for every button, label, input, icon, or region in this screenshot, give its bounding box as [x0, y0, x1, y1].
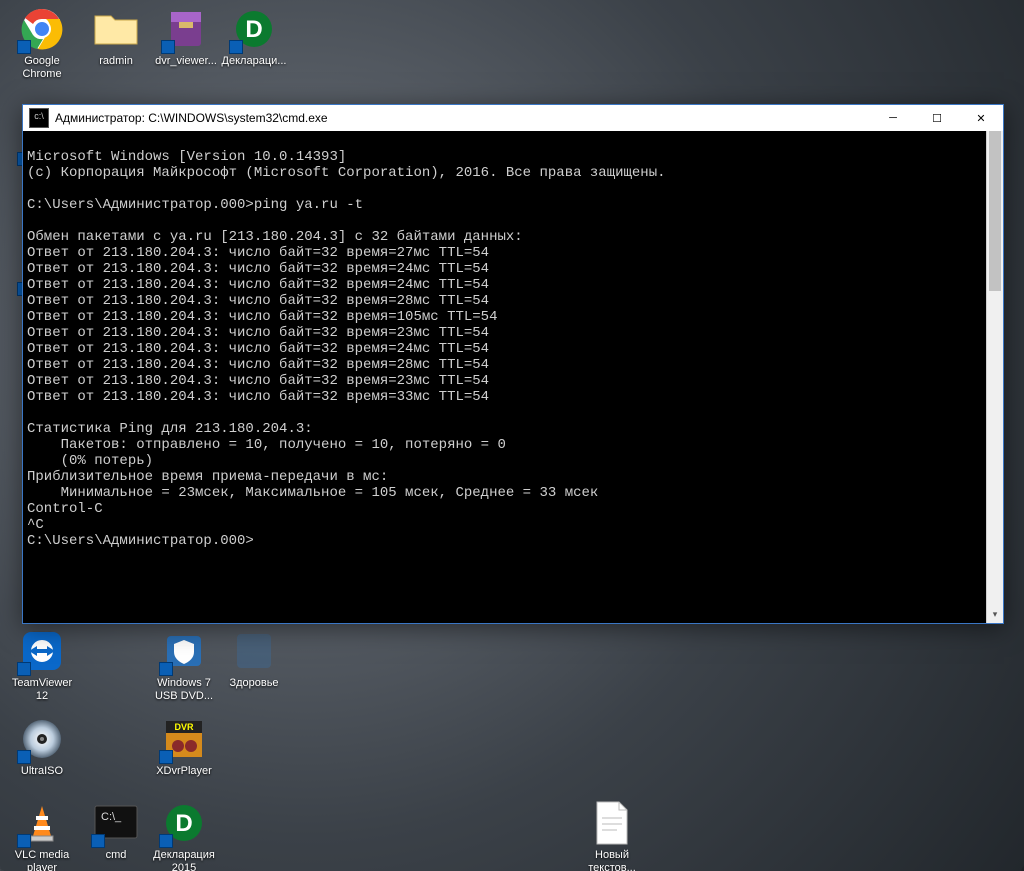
terminal-line: (c) Корпорация Майкрософт (Microsoft Cor…	[27, 165, 666, 181]
health-icon	[231, 628, 277, 674]
scrollbar[interactable]: ▴ ▾	[986, 131, 1003, 623]
svg-text:C:\_: C:\_	[101, 811, 122, 823]
terminal-output[interactable]: Microsoft Windows [Version 10.0.14393] (…	[23, 131, 1003, 623]
terminal-line: Control-C	[27, 501, 103, 517]
terminal-line: (0% потерь)	[27, 453, 153, 469]
teamviewer-icon	[19, 628, 65, 674]
svg-text:D: D	[245, 16, 262, 43]
desktop-icon-chrome[interactable]: Google Chrome	[6, 6, 78, 81]
scroll-down-icon[interactable]: ▾	[987, 607, 1003, 623]
terminal-line: Обмен пакетами с ya.ru [213.180.204.3] с…	[27, 229, 523, 245]
desktop-icon-xdvr[interactable]: DVR XDvrPlayer	[148, 716, 220, 778]
new-text-icon	[589, 800, 635, 846]
win7usb-icon	[161, 628, 207, 674]
declaracia-2015-icon: D	[161, 800, 207, 846]
icon-label: Windows 7 USB DVD...	[148, 677, 220, 703]
title-bar[interactable]: c:\ Администратор: C:\WINDOWS\system32\c…	[23, 105, 1003, 131]
desktop-icon-ultraiso[interactable]: UltraISO	[6, 716, 78, 778]
cmd-title-icon: c:\	[29, 108, 49, 128]
icon-label: TeamViewer 12	[6, 677, 78, 703]
ultraiso-icon	[19, 716, 65, 762]
xdvr-icon: DVR	[161, 716, 207, 762]
terminal-line: Microsoft Windows [Version 10.0.14393]	[27, 149, 346, 165]
vlc-icon	[19, 800, 65, 846]
desktop-icon-declaracia-2015[interactable]: D Декларация 2015	[148, 800, 220, 871]
desktop-icon-health[interactable]: Здоровье	[218, 628, 290, 690]
minimize-button[interactable]: ─	[871, 105, 915, 131]
radmin-icon	[93, 6, 139, 52]
icon-label: Деклараци...	[218, 55, 290, 68]
terminal-line: Пакетов: отправлено = 10, получено = 10,…	[27, 437, 506, 453]
desktop-icon-vlc[interactable]: VLC media player	[6, 800, 78, 871]
icon-label: Декларация 2015	[148, 849, 220, 871]
terminal-line: Минимальное = 23мсек, Максимальное = 105…	[27, 485, 598, 501]
cmd-shortcut-icon: C:\_	[93, 800, 139, 846]
svg-text:D: D	[175, 810, 192, 837]
icon-label: dvr_viewer...	[150, 55, 222, 68]
terminal-line: Статистика Ping для 213.180.204.3:	[27, 421, 313, 437]
icon-label: UltraISO	[6, 765, 78, 778]
terminal-line: C:\Users\Администратор.000>	[27, 533, 254, 549]
desktop-icon-radmin[interactable]: radmin	[80, 6, 152, 68]
icon-label: VLC media player	[6, 849, 78, 871]
desktop[interactable]: Google Chromeradmindvr_viewer... D Деклара…	[0, 0, 1024, 871]
desktop-icon-new-text[interactable]: Новый текстов...	[576, 800, 648, 871]
cmd-window[interactable]: c:\ Администратор: C:\WINDOWS\system32\c…	[22, 104, 1004, 624]
terminal-line: ^C	[27, 517, 44, 533]
desktop-icon-declaracia[interactable]: D Деклараци...	[218, 6, 290, 68]
declaracia-icon: D	[231, 6, 277, 52]
desktop-icon-teamviewer[interactable]: TeamViewer 12	[6, 628, 78, 703]
desktop-icon-cmd-shortcut[interactable]: C:\_cmd	[80, 800, 152, 862]
icon-label: Google Chrome	[6, 55, 78, 81]
icon-label: Здоровье	[218, 677, 290, 690]
window-title: Администратор: C:\WINDOWS\system32\cmd.e…	[55, 111, 871, 125]
icon-label: XDvrPlayer	[148, 765, 220, 778]
terminal-line: C:\Users\Администратор.000>ping ya.ru -t	[27, 197, 363, 213]
maximize-button[interactable]: ☐	[915, 105, 959, 131]
icon-label: Новый текстов...	[576, 849, 648, 871]
desktop-icon-dvr-viewer[interactable]: dvr_viewer...	[150, 6, 222, 68]
dvr-viewer-icon	[163, 6, 209, 52]
chrome-icon	[19, 6, 65, 52]
svg-text:DVR: DVR	[174, 722, 194, 732]
icon-label: radmin	[80, 55, 152, 68]
desktop-icon-win7usb[interactable]: Windows 7 USB DVD...	[148, 628, 220, 703]
icon-label: cmd	[80, 849, 152, 862]
scroll-thumb[interactable]	[989, 131, 1001, 291]
close-button[interactable]: ✕	[959, 105, 1003, 131]
terminal-line: Приблизительное время приема-передачи в …	[27, 469, 388, 485]
